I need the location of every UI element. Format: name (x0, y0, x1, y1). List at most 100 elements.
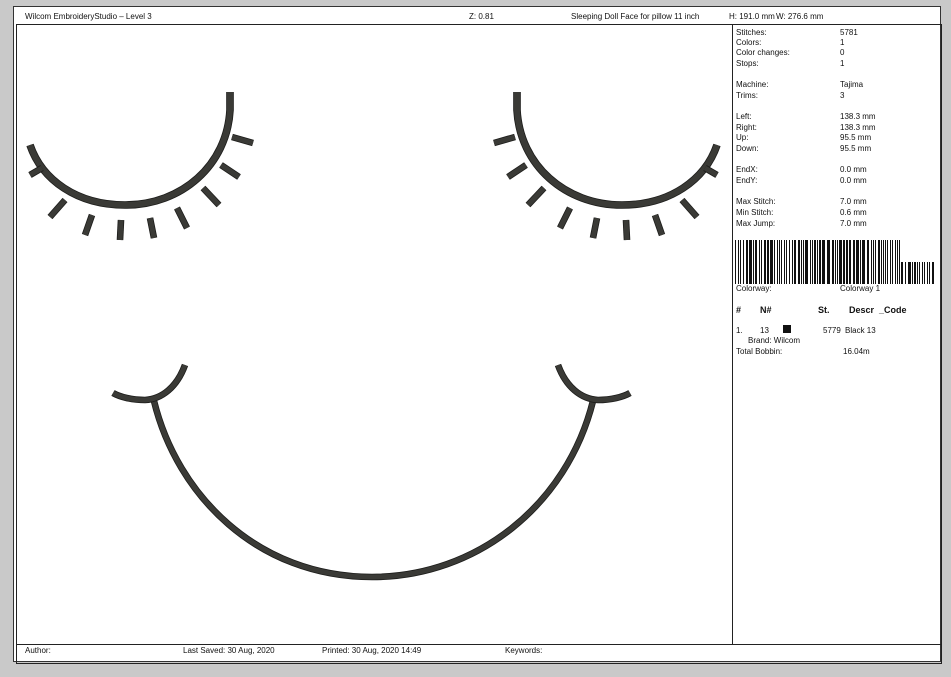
barcode-bar (932, 262, 934, 284)
footer-last-saved: Last Saved: 30 Aug, 2020 (183, 646, 275, 655)
stat-value: 95.5 mm (840, 133, 872, 142)
barcode-bar (901, 262, 903, 284)
barcode-bar (749, 240, 752, 284)
app-title: Wilcom EmbroideryStudio – Level 3 (25, 12, 152, 21)
barcode-bar (853, 240, 855, 284)
stat-label: Machine: (736, 80, 769, 89)
barcode-bar (822, 240, 825, 284)
right-eyelash (506, 162, 528, 180)
design-height: H: 191.0 mm (729, 12, 775, 21)
barcode-bar (777, 240, 778, 284)
right-eyelash (703, 165, 719, 178)
barcode-bar (798, 240, 800, 284)
barcode-bar (924, 262, 925, 284)
barcode-bar (814, 240, 816, 284)
barcode-bar (839, 240, 842, 284)
stat-value: 138.3 mm (840, 112, 876, 121)
smile-curve-outline (150, 400, 597, 581)
stat-label: Down: (736, 144, 759, 153)
stat-label: Trims: (736, 91, 758, 100)
left-eyelash (201, 186, 221, 207)
barcode-bar (784, 240, 785, 284)
barcode-bar (835, 240, 836, 284)
barcode-bar (846, 240, 848, 284)
stat-value: 1 (840, 38, 845, 47)
barcode-bar (810, 240, 811, 284)
right-eyelash (680, 198, 699, 219)
barcode-bar (871, 240, 872, 284)
right-eyelash (526, 186, 546, 207)
stat-value: 0 (840, 48, 845, 57)
barcode-bar (789, 240, 790, 284)
col-header-code: _Code (879, 305, 907, 315)
footer-printed: Printed: 30 Aug, 2020 14:49 (322, 646, 422, 655)
col-header-number: N# (760, 305, 772, 315)
right-eyelash (623, 219, 630, 241)
barcode-bar (849, 240, 851, 284)
stat-label: EndX: (736, 165, 758, 174)
stat-value: 5781 (840, 28, 858, 37)
barcode-bar (738, 240, 739, 284)
barcode-bar (908, 262, 911, 284)
barcode (735, 240, 934, 284)
barcode-bar (929, 262, 930, 284)
barcode-bar (922, 262, 923, 284)
left-eyelash (219, 162, 241, 180)
info-panel-divider (732, 25, 733, 644)
stat-label: Max Jump: (736, 219, 776, 228)
barcode-bar (786, 240, 787, 284)
barcode-bar (746, 240, 748, 284)
barcode-bar (837, 240, 838, 284)
left-eyelash (117, 219, 124, 241)
barcode-bar (917, 262, 918, 284)
barcode-bar (897, 240, 898, 284)
footer-keywords: Keywords: (505, 646, 543, 655)
barcode-bar (919, 262, 920, 284)
left-eyelash (28, 165, 44, 178)
barcode-bar (812, 240, 813, 284)
barcode-bar (817, 240, 818, 284)
barcode-bar (781, 240, 782, 284)
barcode-bar (892, 240, 893, 284)
barcode-bar (770, 240, 773, 284)
stat-label: Colors: (736, 38, 762, 47)
stat-label: Max Stitch: (736, 197, 776, 206)
barcode-bar (767, 240, 769, 284)
color-row-brand: Brand: Wilcom (748, 336, 801, 345)
barcode-bar (881, 240, 882, 284)
barcode-bar (905, 262, 906, 284)
stat-value: Tajima (840, 80, 864, 89)
barcode-bar (740, 240, 741, 284)
color-row-number: 13 (760, 326, 769, 335)
barcode-bar (779, 240, 780, 284)
col-header-stitches: St. (818, 305, 830, 315)
col-header-index: # (736, 305, 742, 315)
barcode-bar (774, 240, 775, 284)
colorway-label: Colorway: (736, 284, 772, 293)
stat-value: 0.0 mm (840, 176, 867, 185)
barcode-bar (899, 240, 900, 284)
colorway-value: Colorway 1 (840, 284, 881, 293)
left-eyelid (27, 92, 233, 209)
stat-label: Color changes: (736, 48, 790, 57)
total-bobbin-label: Total Bobbin: (736, 347, 783, 356)
total-bobbin-value: 16.04m (843, 347, 870, 356)
left-eyelash (231, 134, 254, 146)
barcode-bar (873, 240, 874, 284)
barcode-bar (755, 240, 757, 284)
barcode-bar (819, 240, 821, 284)
stat-value: 7.0 mm (840, 219, 867, 228)
left-eyelash (48, 198, 67, 219)
barcode-bar (927, 262, 928, 284)
barcode-bar (735, 240, 736, 284)
barcode-bar (803, 240, 804, 284)
barcode-bar (883, 240, 884, 284)
left-eyelash (82, 214, 95, 236)
stat-label: Up: (736, 133, 749, 142)
stat-label: Stops: (736, 59, 759, 68)
barcode-bar (843, 240, 845, 284)
stat-label: EndY: (736, 176, 758, 185)
color-row-stitches: 5779 (823, 326, 841, 335)
smile-curve (151, 400, 596, 580)
stat-label: Left: (736, 112, 752, 121)
